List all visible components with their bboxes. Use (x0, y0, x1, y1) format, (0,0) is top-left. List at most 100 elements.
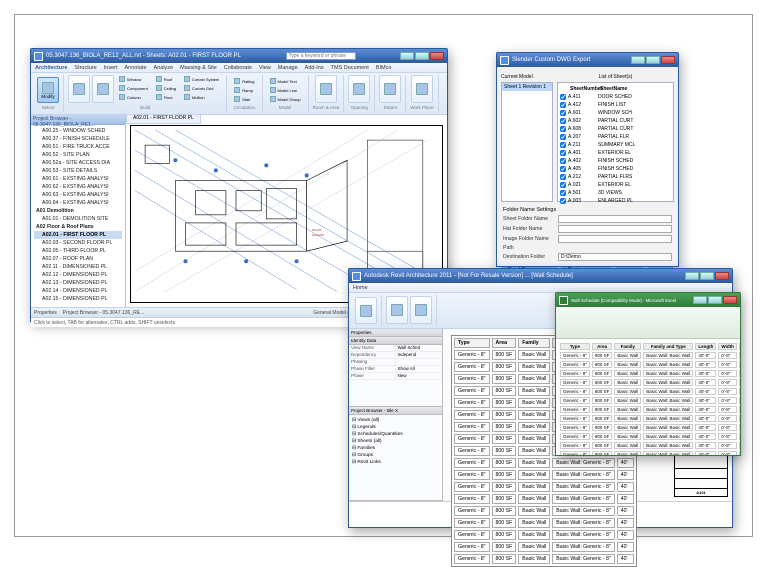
tree-item[interactable]: A02.05 - THIRD FLOOR PL (34, 247, 122, 255)
ramp-button[interactable]: Ramp (231, 86, 257, 94)
project-browser[interactable]: Project Browser - 05.3047.136_BIOLA_RE1.… (31, 115, 126, 307)
sheet-checkbox[interactable] (560, 182, 566, 188)
excel-col[interactable]: Family and Type (643, 343, 693, 350)
dialog-close[interactable] (661, 56, 675, 64)
opening-button[interactable] (348, 75, 370, 103)
door-button[interactable] (92, 75, 114, 103)
tree-item[interactable]: A02.01 - FIRST FLOOR PL (34, 231, 122, 239)
table-row[interactable]: Generic - 8"800 SFBasic WallBasic Wall: … (454, 482, 634, 492)
sheet-row[interactable]: A.021EXTERIOR EL (560, 181, 671, 189)
tree-item[interactable]: A02.15 - DIMENSIONED PL (34, 295, 122, 303)
excel-grid[interactable]: TypeAreaFamilyFamily and TypeLengthWidth… (558, 341, 740, 455)
tree-item[interactable]: A02.12 - DIMENSIONED PL (34, 271, 122, 279)
sched-btn2[interactable] (410, 296, 432, 324)
tree-item[interactable]: A02.13 - DIMENSIONED PL (34, 279, 122, 287)
tab-addins[interactable]: Add-Ins (305, 65, 324, 71)
mullion-button[interactable]: Mullion (181, 93, 222, 101)
sheet-checkbox[interactable] (560, 94, 566, 100)
tree-item[interactable]: A02.07 - ROOF PLAN (34, 255, 122, 263)
sheet-checkbox[interactable] (560, 166, 566, 172)
tree-item[interactable]: A02.11 - DIMENSIONED PL (34, 263, 122, 271)
sheet-listbox[interactable]: SheetNumberSheetNameA.411DOOR SCHEDA.412… (557, 82, 674, 202)
excel-col[interactable]: Area (592, 343, 613, 350)
sched-tab-home[interactable]: Home (353, 285, 368, 291)
col-header[interactable]: Family (518, 338, 550, 348)
excel-row[interactable]: Generic - 8"800 SFBasic WallBasic Wall: … (560, 424, 740, 431)
table-row[interactable]: Generic - 8"800 SFBasic WallBasic Wall: … (454, 494, 634, 504)
modify-button[interactable]: Modify (37, 77, 59, 103)
excel-col[interactable]: Length (695, 343, 716, 350)
tab-structure[interactable]: Structure (74, 65, 96, 71)
excel-row[interactable]: Generic - 8"800 SFBasic WallBasic Wall: … (560, 352, 740, 359)
tree-item[interactable]: A01 Demolition (34, 207, 122, 215)
ceiling-button[interactable]: Ceiling (153, 84, 179, 92)
tree-item[interactable]: A00.62 - EXSTING ANALYSI (34, 183, 122, 191)
sheet-row[interactable]: A.003ENLARGED PL (560, 197, 671, 205)
sheet-checkbox[interactable] (560, 126, 566, 132)
sheet-checkbox[interactable] (560, 102, 566, 108)
excel-col[interactable]: Volume (739, 343, 740, 350)
tree-item[interactable]: A00.53 - SITE DETAILS (34, 167, 122, 175)
tab-manage[interactable]: Manage (278, 65, 298, 71)
excel-row[interactable]: Generic - 8"800 SFBasic WallBasic Wall: … (560, 451, 740, 455)
sheet-row[interactable]: A.405FINISH SCHED (560, 165, 671, 173)
browser-item[interactable]: ⊟ Revit Links (351, 459, 440, 466)
destfolder-input[interactable] (558, 253, 672, 261)
excel-row[interactable]: Generic - 8"800 SFBasic WallBasic Wall: … (560, 406, 740, 413)
table-row[interactable]: Generic - 8"800 SFBasic WallBasic Wall: … (454, 530, 634, 540)
maximize-button[interactable] (415, 52, 429, 60)
tab-collaborate[interactable]: Collaborate (224, 65, 252, 71)
browser-item[interactable]: ⊟ Families (351, 445, 440, 452)
sheet-row[interactable]: A.207PARTIAL FLR (560, 133, 671, 141)
roof-button[interactable]: Roof (153, 75, 179, 83)
tree-item[interactable]: A00.51 - FIRE TRUCK ACCE (34, 143, 122, 151)
browser-item[interactable]: ⊟ Views (all) (351, 417, 440, 424)
sheet-row[interactable]: A.601WINDOW SCH (560, 109, 671, 117)
excel-close[interactable] (723, 296, 737, 304)
sched-modify[interactable] (355, 297, 377, 324)
excel-row[interactable]: Generic - 8"800 SFBasic WallBasic Wall: … (560, 361, 740, 368)
sheet-checkbox[interactable] (560, 142, 566, 148)
table-row[interactable]: Generic - 8"800 SFBasic WallBasic Wall: … (454, 554, 634, 564)
dialog-min[interactable] (631, 56, 645, 64)
sheet-checkbox[interactable] (560, 134, 566, 140)
sheet-row[interactable]: A.212PARTIAL FLRS (560, 173, 671, 181)
datum-button[interactable] (379, 75, 401, 103)
tree-item[interactable]: A00.25 - WINDOW SCHED (34, 127, 122, 135)
browser-item[interactable]: ⊟ Sheets (all) (351, 438, 440, 445)
dialog-max[interactable] (646, 56, 660, 64)
table-row[interactable]: Generic - 8"800 SFBasic WallBasic Wall: … (454, 506, 634, 516)
browser-item[interactable]: ⊟ Schedules/Quantities (351, 431, 440, 438)
minimize-button[interactable] (400, 52, 414, 60)
excel-min[interactable] (693, 296, 707, 304)
window-button[interactable]: Window (116, 75, 151, 83)
sheet-checkbox[interactable] (560, 190, 566, 196)
tab-massing[interactable]: Massing & Site (180, 65, 217, 71)
sheet-row[interactable]: A.211SUMMARY MCL (560, 141, 671, 149)
excel-row[interactable]: Generic - 8"800 SFBasic WallBasic Wall: … (560, 415, 740, 422)
browser-tree[interactable]: A00.25 - WINDOW SCHEDA00.37 - FINISH SCH… (31, 125, 125, 307)
close-button[interactable] (430, 52, 444, 60)
col-header[interactable]: Type (454, 338, 490, 348)
excel-row[interactable]: Generic - 8"800 SFBasic WallBasic Wall: … (560, 397, 740, 404)
props-panel[interactable]: Identity Data View NameWall Sched Depend… (349, 337, 442, 407)
tab-architecture[interactable]: Architecture (35, 65, 67, 71)
tab-tms[interactable]: TMS Document (331, 65, 369, 71)
tab-analyze[interactable]: Analyze (154, 65, 174, 71)
search-input[interactable] (286, 52, 356, 60)
tree-item[interactable]: A02 Floor & Roof Plans (34, 223, 122, 231)
model-listbox[interactable]: Sheet 1 Revision 1 (501, 82, 553, 202)
tab-insert[interactable]: Insert (104, 65, 118, 71)
sched-btn1[interactable] (386, 296, 408, 324)
table-row[interactable]: Generic - 8"800 SFBasic WallBasic Wall: … (454, 518, 634, 528)
sched-max[interactable] (700, 272, 714, 280)
tree-item[interactable]: A00.52a - SITE ACCESS DIA (34, 159, 122, 167)
tree-item[interactable]: A02.14 - DIMENSIONED PL (34, 287, 122, 295)
excel-row[interactable]: Generic - 8"800 SFBasic WallBasic Wall: … (560, 442, 740, 449)
imagefolder-input[interactable] (558, 235, 672, 243)
tree-item[interactable]: A00.37 - FINISH SCHEDULE (34, 135, 122, 143)
column-button[interactable]: Column (116, 93, 151, 101)
list-item[interactable]: Sheet 1 Revision 1 (502, 83, 552, 91)
tree-item[interactable]: A00.63 - EXSTING ANALYSI (34, 191, 122, 199)
sheet-row[interactable]: A.411DOOR SCHED (560, 93, 671, 101)
